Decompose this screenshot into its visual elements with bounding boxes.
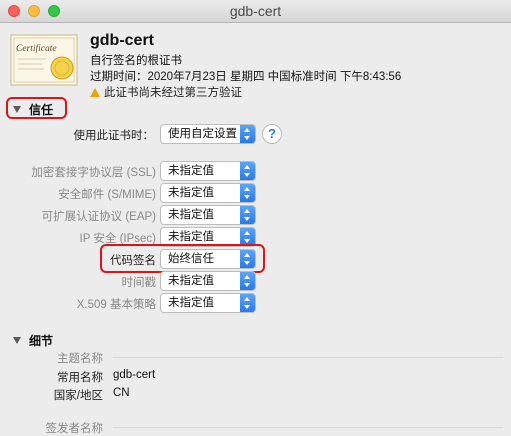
when-using-label: 使用此证书时：	[73, 130, 155, 142]
when-using-select[interactable]: 使用自定设置	[160, 124, 256, 144]
trust-section-toggle[interactable]: 信任	[13, 101, 53, 118]
disclosure-triangle-icon	[13, 106, 21, 113]
trust-row-label: 加密套接字协议层 (SSL)	[31, 167, 156, 179]
common-name-label: 常用名称	[57, 372, 103, 384]
certificate-type: 自行签名的根证书	[90, 55, 182, 67]
trust-row-value: 未指定值	[168, 187, 214, 199]
trust-row-value: 未指定值	[168, 297, 214, 309]
trust-row-value: 未指定值	[168, 209, 214, 221]
select-arrows-icon	[240, 250, 255, 268]
window-titlebar: gdb-cert	[0, 0, 511, 23]
certificate-expiry: 过期时间：2020年7月23日 星期四 中国标准时间 下午8:43:56	[90, 71, 402, 83]
divider	[113, 357, 503, 358]
trust-row-select[interactable]: 未指定值	[160, 205, 256, 225]
certificate-icon: Certificate	[10, 34, 78, 86]
trust-row-select[interactable]: 未指定值	[160, 293, 256, 313]
select-arrows-icon	[240, 184, 255, 202]
trust-row-value: 始终信任	[168, 253, 214, 265]
window-title: gdb-cert	[229, 3, 282, 19]
trust-row-value: 未指定值	[168, 231, 214, 243]
trust-row-select[interactable]: 未指定值	[160, 161, 256, 181]
country-label: 国家/地区	[53, 390, 103, 402]
certificate-warning: 此证书尚未经过第三方验证	[90, 84, 242, 100]
warning-icon	[90, 88, 100, 97]
trust-row-label: 可扩展认证协议 (EAP)	[41, 211, 156, 223]
certificate-warning-text: 此证书尚未经过第三方验证	[104, 87, 242, 99]
trust-row-label: 时间戳	[121, 277, 157, 289]
select-arrows-icon	[240, 125, 255, 143]
trust-row-select[interactable]: 未指定值	[160, 271, 256, 291]
trust-row-select[interactable]: 未指定值	[160, 183, 256, 203]
trust-section-title: 信任	[29, 103, 54, 117]
certificate-name: gdb-cert	[90, 32, 154, 49]
trust-row-label: X.509 基本策略	[76, 299, 156, 311]
trust-row-value: 未指定值	[168, 275, 214, 287]
when-using-value: 使用自定设置	[168, 128, 237, 140]
disclosure-triangle-icon	[13, 337, 21, 344]
select-arrows-icon	[240, 294, 255, 312]
divider	[113, 427, 503, 428]
details-section-toggle[interactable]: 细节	[13, 332, 53, 349]
details-section-title: 细节	[29, 334, 54, 348]
subject-name-label: 主题名称	[57, 353, 103, 365]
trust-row-label: 安全邮件 (S/MIME)	[58, 189, 156, 201]
code-signing-select[interactable]: 始终信任	[160, 249, 256, 269]
trust-row-value: 未指定值	[168, 165, 214, 177]
country-value: CN	[113, 387, 130, 399]
certificate-icon-text: Certificate	[16, 43, 57, 54]
issuer-name-label: 签发者名称	[45, 423, 104, 435]
trust-row-label: 代码签名	[110, 255, 156, 267]
help-button[interactable]: ?	[262, 124, 282, 144]
select-arrows-icon	[240, 272, 255, 290]
select-arrows-icon	[240, 206, 255, 224]
select-arrows-icon	[240, 162, 255, 180]
common-name-value: gdb-cert	[113, 369, 156, 381]
